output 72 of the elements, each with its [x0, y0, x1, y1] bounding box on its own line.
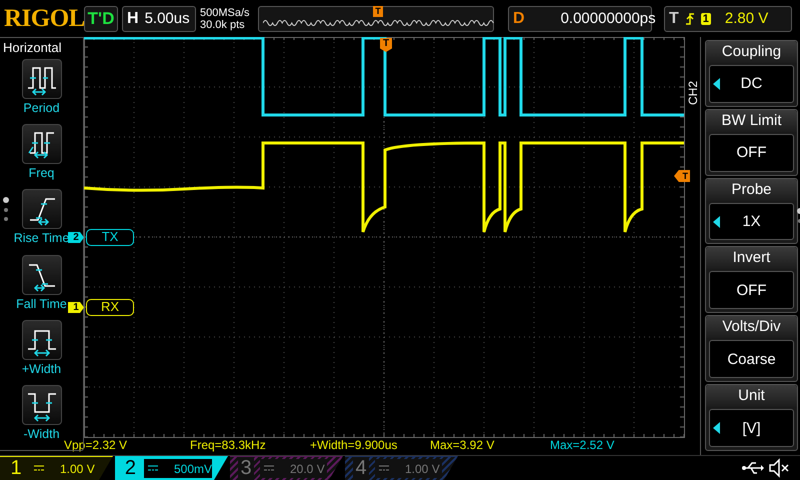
channel-tab[interactable]: 2 500mV [115, 456, 228, 480]
channel-number: 4 [353, 457, 369, 480]
channel-number: 2 [124, 457, 138, 480]
timebase-value: 5.00us [144, 10, 190, 27]
horizontal-label: H [127, 10, 139, 28]
measure-label: Rise Time [14, 231, 70, 246]
measurement-readout: Freq=83.3kHz [190, 438, 267, 454]
channel-marker: 2 [68, 232, 84, 243]
trigger-label: T [669, 10, 679, 28]
menu-value-button[interactable]: OFF [709, 134, 794, 172]
channel-tab[interactable]: 4 1.00 V [345, 456, 458, 480]
menu-item-title: Unit [706, 385, 797, 408]
measurement-readout: Vpp=2.32 V [64, 438, 128, 454]
menu-item-title: Coupling [706, 41, 797, 63]
measurement-readout: Max=3.92 V [430, 438, 496, 454]
channel-scale: 20.0 V [290, 462, 325, 476]
trigger-position-marker: T [373, 6, 383, 16]
channel-label[interactable]: TX [86, 229, 134, 246]
menu-item-title: Invert [706, 247, 797, 270]
left-arrow-icon [713, 78, 720, 90]
dc-coupling-icon [34, 464, 44, 472]
measure-button[interactable] [22, 384, 62, 425]
dc-coupling-icon [148, 464, 158, 472]
menu-item-title: Probe [706, 178, 797, 201]
measurement-readout: +Width=9.900us [310, 438, 398, 454]
channel-number: 3 [238, 457, 254, 480]
rising-edge-icon [684, 12, 695, 26]
trigger-box[interactable]: T 1 2.80 V [664, 6, 792, 32]
run-status[interactable]: T'D [84, 6, 118, 32]
menu-value-button[interactable]: 1X [709, 202, 794, 240]
channel-marker: 1 [68, 302, 84, 313]
speaker-muted-icon [768, 458, 790, 478]
delay-label: D [513, 10, 525, 28]
measure-label: Freq [28, 166, 54, 180]
channel-scale: 1.00 V [60, 462, 95, 476]
trigger-level-marker: T [674, 170, 690, 182]
channel-label[interactable]: RX [86, 299, 134, 316]
measure-label: Fall Time [16, 296, 67, 311]
measure-label: +Width [22, 362, 62, 376]
menu-title: Horizontal [2, 39, 63, 57]
trigger-level: 2.80 V [724, 10, 768, 27]
timebase-box[interactable]: H 5.00us [122, 6, 196, 32]
menu-value-button[interactable]: Coarse [709, 340, 794, 378]
measure-label: Period [23, 101, 60, 115]
measure-button[interactable] [22, 124, 62, 164]
sample-rate: 500MSa/s [200, 6, 251, 18]
trigger-source: 1 [700, 12, 711, 24]
menu-item-title: BW Limit [706, 110, 797, 132]
measure-button[interactable] [22, 320, 62, 360]
trigger-position-marker: T [380, 38, 392, 52]
channel-tag: CH2 [686, 77, 700, 109]
channel-number: 1 [9, 457, 23, 480]
usb-icon [742, 461, 764, 475]
left-arrow-icon [713, 422, 720, 434]
channel-tab[interactable]: 1 1.00 V [0, 456, 113, 480]
left-arrow-icon [713, 216, 720, 228]
menu-value-button[interactable]: [V] [709, 409, 794, 447]
menu-value-button[interactable]: DC [709, 65, 794, 103]
dc-coupling-icon [379, 464, 389, 472]
dc-coupling-icon [264, 464, 274, 472]
menu-item-title: Volts/Div [706, 316, 797, 338]
menu-value-button[interactable]: OFF [709, 271, 794, 310]
channel-scale: 1.00 V [405, 462, 440, 476]
channel-tab[interactable]: 3 20.0 V [230, 456, 343, 480]
measure-button[interactable] [22, 254, 62, 295]
measure-button[interactable] [22, 59, 62, 99]
memory-depth: 30.0k pts [200, 18, 246, 30]
page-dots-icon [2, 196, 10, 224]
measure-button[interactable] [22, 189, 62, 230]
measure-label: -Width [23, 426, 60, 441]
channel-scale: 500mV [174, 462, 212, 476]
measurement-readout: Max=2.52 V [550, 438, 616, 454]
